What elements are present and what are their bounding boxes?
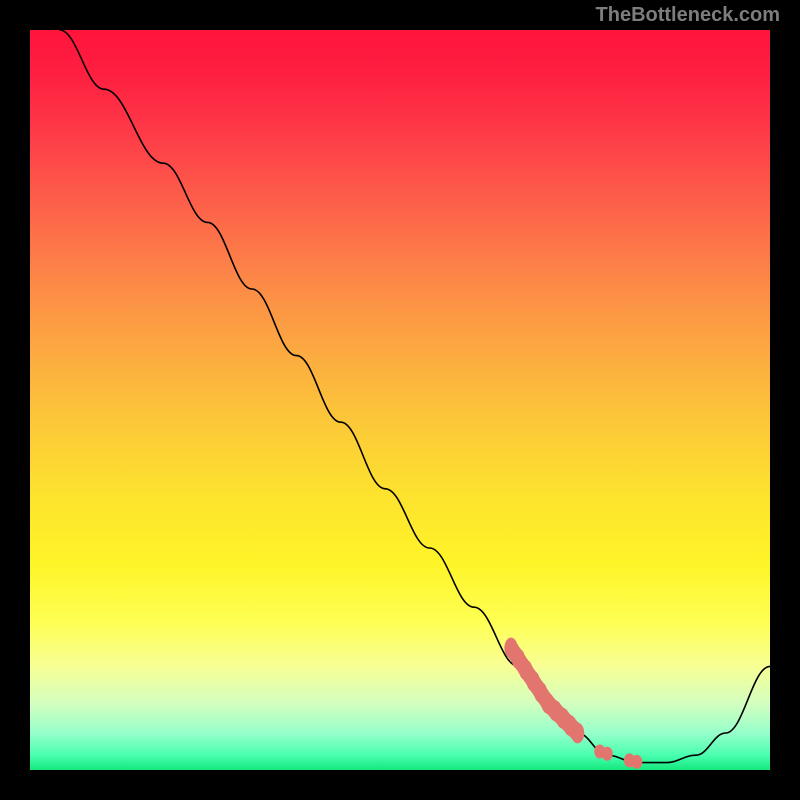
plot-area bbox=[30, 30, 770, 770]
watermark-text: TheBottleneck.com bbox=[596, 4, 780, 27]
highlight-marker-group bbox=[504, 638, 642, 769]
highlight-markers-svg bbox=[30, 30, 770, 770]
highlight-dot bbox=[569, 721, 582, 740]
chart-frame: TheBottleneck.com bbox=[0, 0, 800, 800]
highlight-dot-isolated bbox=[602, 747, 613, 761]
highlight-dot-isolated bbox=[631, 755, 642, 769]
